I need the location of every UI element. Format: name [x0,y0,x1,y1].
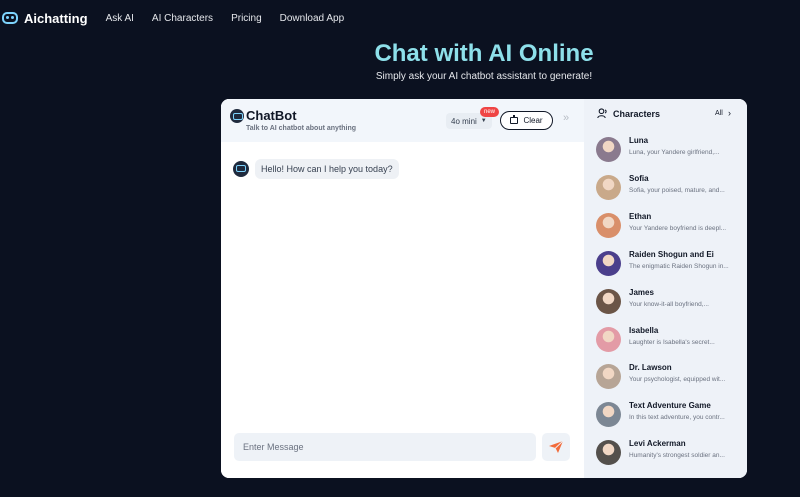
character-description: The enigmatic Raiden Shogun in... [629,262,729,270]
character-item[interactable]: James Your know-it-all boyfriend,... [584,285,747,323]
character-name: Ethan [629,211,652,221]
top-nav: Aichatting Ask AI AI Characters Pricing … [0,0,800,36]
character-description: Sofia, your poised, mature, and... [629,186,725,194]
character-avatar [596,440,621,466]
character-name: Luna [629,136,649,145]
users-icon [597,108,607,119]
message-input[interactable] [234,433,536,461]
characters-all-link[interactable]: All [715,110,723,117]
character-item[interactable]: Sofia Sofia, your poised, mature, and... [584,171,747,209]
character-avatar [596,402,621,428]
nav-link-download-app[interactable]: Download App [280,13,345,24]
character-name: Text Adventure Game [629,401,711,411]
character-description: Your Yandere boyfriend is deepl... [629,224,727,232]
chat-panel: ChatBot Talk to AI chatbot about anythin… [221,99,584,478]
character-avatar [596,288,621,314]
characters-header: Characters All › [584,99,747,129]
character-name: Isabella [629,325,659,335]
character-item[interactable]: Luna Luna, your Yandere girlfriend,... [584,133,747,171]
collapse-panel-icon[interactable]: » [563,112,569,124]
character-description: Humanity's strongest soldier an... [629,452,725,460]
nav-link-pricing[interactable]: Pricing [231,13,262,24]
character-name: James [629,287,654,297]
chat-title: ChatBot [246,108,297,123]
nav-link-ask-ai[interactable]: Ask AI [106,13,134,24]
message-row: Hello! How can I help you today? [233,159,399,179]
send-icon [549,441,563,453]
character-name: Dr. Lawson [629,363,672,373]
message-input-wrap [234,433,536,461]
character-item[interactable]: Dr. Lawson Your psychologist, equipped wi… [584,360,747,398]
character-item[interactable]: Levi Ackerman Humanity's strongest soldie… [584,436,747,474]
chatbot-icon [230,109,244,123]
character-avatar [596,326,621,352]
chevron-down-icon: ▼ [480,118,487,124]
new-badge: new [480,107,500,117]
send-button[interactable] [542,433,570,461]
character-item[interactable]: Isabella Laughter is Isabella's secret... [584,323,747,361]
character-description: Luna, your Yandere girlfriend,... [629,149,720,156]
bot-avatar-icon [233,161,249,177]
character-item[interactable]: Ethan Your Yandere boyfriend is deepl... [584,209,747,247]
characters-title: Characters [613,109,661,119]
characters-panel: Characters All › Luna Luna, your Yandere … [584,99,747,478]
character-description: Your psychologist, equipped wit... [629,376,726,384]
brand[interactable]: Aichatting [2,11,88,26]
character-avatar [596,364,621,390]
character-item[interactable]: Raiden Shogun and Ei The enigmatic Raiden… [584,247,747,285]
hero-subtitle: Simply ask your AI chatbot assistant to … [375,71,593,82]
character-name: Raiden Shogun and Ei [629,249,714,259]
robot-logo-icon [2,12,18,24]
clear-button[interactable]: Clear [500,111,553,130]
character-description: Your know-it-all boyfriend,... [629,300,709,308]
character-avatar [596,250,621,276]
character-name: Levi Ackerman [629,439,686,449]
bot-message: Hello! How can I help you today? [255,159,399,179]
chat-description: Talk to AI chatbot about anything [246,125,357,132]
character-avatar [596,212,621,238]
hero-title: Chat with AI Online [374,40,594,67]
character-name: Sofia [629,173,649,183]
character-description: Laughter is Isabella's secret... [629,338,715,346]
broom-icon [510,115,519,124]
character-item[interactable]: Text Adventure Game In this text adventur… [584,398,747,436]
chevron-right-icon[interactable]: › [728,108,731,118]
character-avatar [596,174,621,200]
clear-button-label: Clear [523,116,543,125]
chat-header: ChatBot Talk to AI chatbot about anythin… [221,99,584,142]
brand-name: Aichatting [24,10,88,26]
character-avatar [596,137,621,162]
nav-link-ai-characters[interactable]: AI Characters [152,13,213,24]
character-description: In this text adventure, you contr... [629,414,725,422]
model-selector-label: 4o mini [451,116,477,126]
chat-card: ChatBot Talk to AI chatbot about anythin… [221,99,747,478]
